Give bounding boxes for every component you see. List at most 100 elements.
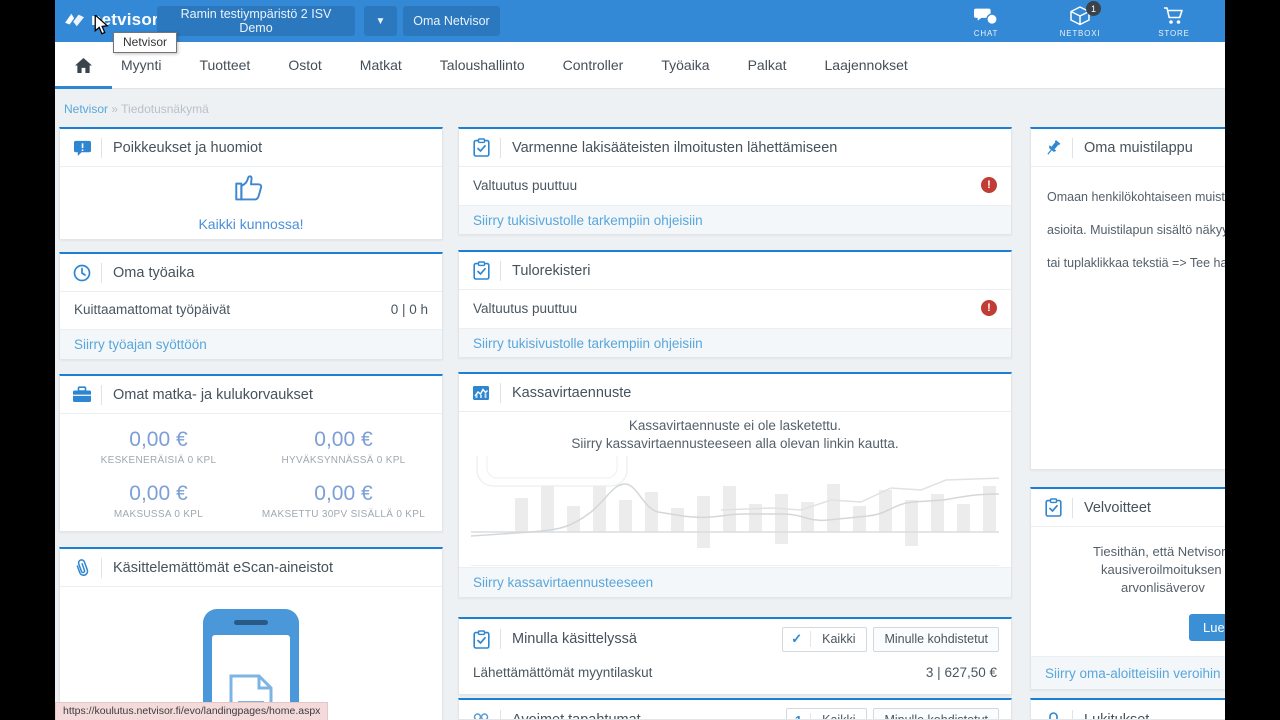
header-divider (500, 382, 501, 403)
read-more-button[interactable]: Lue li (1189, 614, 1225, 641)
nav-item-palkat[interactable]: Palkat (748, 57, 787, 73)
header-divider (101, 557, 102, 578)
nav-item-taloushallinto[interactable]: Taloushallinto (440, 57, 525, 73)
worktime-row-label: Kuittaamattomat työpäivät (74, 302, 231, 317)
breadcrumb-current: Tiedotusnäkymä (121, 102, 209, 116)
partial-bottom-card: Avoimet tapahtumat 1 Kaikki Minulle kohd… (458, 698, 1012, 720)
alert-exclamation-icon: ! (981, 177, 997, 193)
header-divider (1072, 497, 1073, 518)
clipboard-check-icon (1043, 498, 1063, 517)
expense-stat: 0,00 € KESKENERÄISIÄ 0 KPL (66, 428, 251, 466)
tulorekisteri-card: Tulorekisteri Valtuutus puuttuu ! Siirry… (458, 250, 1012, 358)
filter-all-button[interactable]: Kaikki (811, 713, 866, 719)
netvisor-logo-icon (64, 11, 86, 29)
header-divider (500, 260, 501, 281)
store-label: STORE (1158, 29, 1190, 38)
check-icon[interactable]: ✓ (783, 631, 812, 647)
notes-text[interactable]: Omaan henkilökohtaiseen muistil asioita.… (1031, 167, 1225, 294)
nav-item-tuotteet[interactable]: Tuotteet (199, 57, 250, 73)
lock-icon (1043, 711, 1063, 719)
expense-label: HYVÄKSYNNÄSSÄ 0 KPL (281, 455, 406, 466)
paperclip-icon (72, 558, 92, 577)
notes-line: asioita. Muistilapun sisältö näkyy (1047, 223, 1225, 237)
worktime-card: Oma työaika Kuittaamattomat työpäivät 0 … (59, 252, 443, 360)
clipboard-check-icon (471, 138, 491, 157)
card-title: Avoimet tapahtumat (512, 712, 641, 720)
card-title: Varmenne lakisääteisten ilmoitusten lähe… (512, 139, 838, 156)
certificate-card: Varmenne lakisääteisten ilmoitusten lähe… (458, 127, 1012, 235)
card-title: Tulorekisteri (512, 262, 591, 279)
expense-label: MAKSUSSA 0 KPL (113, 509, 204, 520)
cashflow-link[interactable]: Siirry kassavirtaennusteeseen (459, 567, 1011, 597)
notes-line: Omaan henkilökohtaiseen muistil (1047, 190, 1225, 204)
phone-speaker (234, 620, 268, 625)
obligations-line: kausiveroilmoituksen s (1101, 562, 1225, 577)
alert-bubble-icon (72, 139, 92, 157)
chat-label: CHAT (973, 29, 999, 38)
card-title: Kassavirtaennuste (512, 384, 632, 401)
all-ok-text: Kaikki kunnossa! (198, 216, 304, 232)
nav-item-ostot[interactable]: Ostot (288, 57, 321, 73)
escan-card: Käsittelemättömät eScan-aineistot (59, 547, 443, 720)
card-title: Lukitukset (1084, 712, 1150, 720)
active-tab-underline (55, 86, 112, 89)
company-selector-button[interactable]: Ramin testiympäristö 2 ISV Demo (157, 6, 355, 36)
oma-netvisor-button[interactable]: Oma Netvisor (403, 6, 500, 36)
cashflow-message-line1: Kassavirtaennuste ei ole lasketettu. (628, 418, 842, 433)
exceptions-card: Poikkeukset ja huomiot Kaikki kunnossa! (59, 127, 443, 240)
count-badge: 1 (787, 712, 812, 719)
cashflow-placeholder-chart (471, 456, 999, 566)
nav-item-laajennokset[interactable]: Laajennokset (825, 57, 908, 73)
tulorekisteri-support-link[interactable]: Siirry tukisivustolle tarkempiin ohjeisi… (459, 328, 1011, 357)
filter-assigned-button[interactable]: Minulle kohdistetut (873, 707, 999, 719)
thumbs-up-icon (234, 172, 268, 202)
cashflow-card: Kassavirtaennuste Kassavirtaennuste ei o… (458, 372, 1012, 598)
nav-item-myynti[interactable]: Myynti (121, 57, 161, 73)
nav-item-tyoaika[interactable]: Työaika (661, 57, 709, 73)
expense-stat: 0,00 € MAKSETTU 30PV SISÄLLÄ 0 KPL (251, 482, 436, 520)
netvisor-logo[interactable]: netvisor (64, 10, 159, 30)
card-title: Velvoitteet (1084, 499, 1151, 516)
card-title: Oma työaika (113, 264, 195, 281)
expenses-card: Omat matka- ja kulukorvaukset 0,00 € KES… (59, 374, 443, 532)
expense-value: 0,00 € (314, 482, 373, 505)
nav-item-matkat[interactable]: Matkat (360, 57, 402, 73)
main-nav: Myynti Tuotteet Ostot Matkat Taloushalli… (55, 42, 1225, 89)
filter-all-button[interactable]: Kaikki (811, 632, 866, 646)
breadcrumb-root-link[interactable]: Netvisor (64, 102, 108, 116)
chat-button[interactable]: CHAT (957, 3, 1015, 38)
alert-exclamation-icon: ! (981, 300, 997, 316)
topbar-icon-group: CHAT 1 NETBOXI STORE (957, 1, 1203, 38)
right-column: Oma muistilappu Omaan henkilökohtaiseen … (1030, 127, 1225, 720)
certificate-support-link[interactable]: Siirry tukisivustolle tarkempiin ohjeisi… (459, 205, 1011, 234)
header-divider (1072, 710, 1073, 719)
breadcrumb: Netvisor » Tiedotusnäkymä (64, 102, 209, 116)
header-divider (101, 262, 102, 283)
inbox-row-label: Lähettämättömät myyntilaskut (473, 665, 653, 680)
header-divider (500, 629, 501, 649)
self-assessed-taxes-link[interactable]: Siirry oma-aloitteisiin veroihin (1031, 656, 1225, 689)
worktime-entry-link[interactable]: Siirry työajan syöttöön (60, 329, 442, 359)
netboxi-button[interactable]: 1 NETBOXI (1051, 1, 1109, 38)
header-divider (101, 384, 102, 405)
obligations-line: Tiesithän, että Netvisoris (1093, 544, 1225, 559)
company-dropdown-caret[interactable]: ▼ (364, 6, 397, 36)
netboxi-badge: 1 (1086, 1, 1101, 16)
notes-line: tai tuplaklikkaa tekstiä => Tee ha (1047, 256, 1225, 270)
netboxi-label: NETBOXI (1059, 29, 1101, 38)
left-column: Poikkeukset ja huomiot Kaikki kunnossa! … (59, 127, 443, 720)
worktime-row-value: 0 | 0 h (390, 302, 428, 317)
card-title: Omat matka- ja kulukorvaukset (113, 386, 313, 403)
store-button[interactable]: STORE (1145, 3, 1203, 38)
obligations-card: Velvoitteet Tiesithän, että Netvisoris k… (1030, 487, 1225, 690)
browser-status-url: https://koulutus.netvisor.fi/evo/landing… (55, 702, 329, 720)
expense-value: 0,00 € (129, 428, 188, 451)
dashboard-content: Netvisor » Tiedotusnäkymä Poikkeukset ja… (55, 89, 1225, 720)
chart-icon (471, 385, 491, 401)
filter-assigned-button[interactable]: Minulle kohdistetut (873, 626, 999, 652)
nav-item-controller[interactable]: Controller (563, 57, 624, 73)
filter-toggle-group: 1 Kaikki (785, 707, 868, 719)
nav-home-tab[interactable] (55, 42, 112, 89)
header-divider (500, 710, 501, 719)
expense-stat: 0,00 € MAKSUSSA 0 KPL (66, 482, 251, 520)
